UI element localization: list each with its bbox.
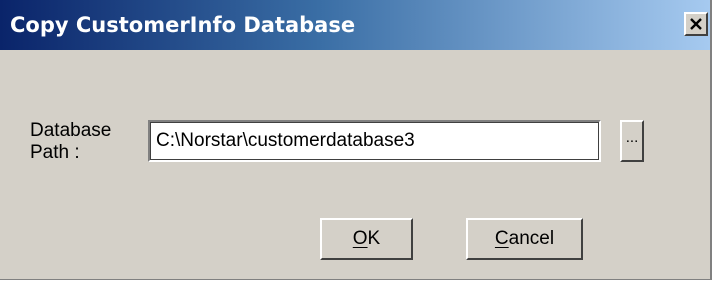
- close-button[interactable]: [684, 12, 708, 36]
- ok-button-label: OK: [352, 228, 381, 249]
- close-icon: [690, 18, 702, 30]
- window-title: Copy CustomerInfo Database: [10, 13, 356, 37]
- cancel-button[interactable]: Cancel: [466, 218, 583, 260]
- cancel-button-label: Cancel: [494, 228, 555, 249]
- dialog-window: Copy CustomerInfo Database Database Path…: [0, 0, 712, 280]
- ok-button[interactable]: OK: [320, 218, 413, 260]
- browse-button[interactable]: ...: [620, 120, 644, 162]
- title-bar[interactable]: Copy CustomerInfo Database: [0, 0, 710, 50]
- database-path-label: Database Path :: [30, 120, 130, 164]
- database-path-label-text: Database Path :: [30, 120, 112, 163]
- database-path-input[interactable]: [148, 120, 601, 162]
